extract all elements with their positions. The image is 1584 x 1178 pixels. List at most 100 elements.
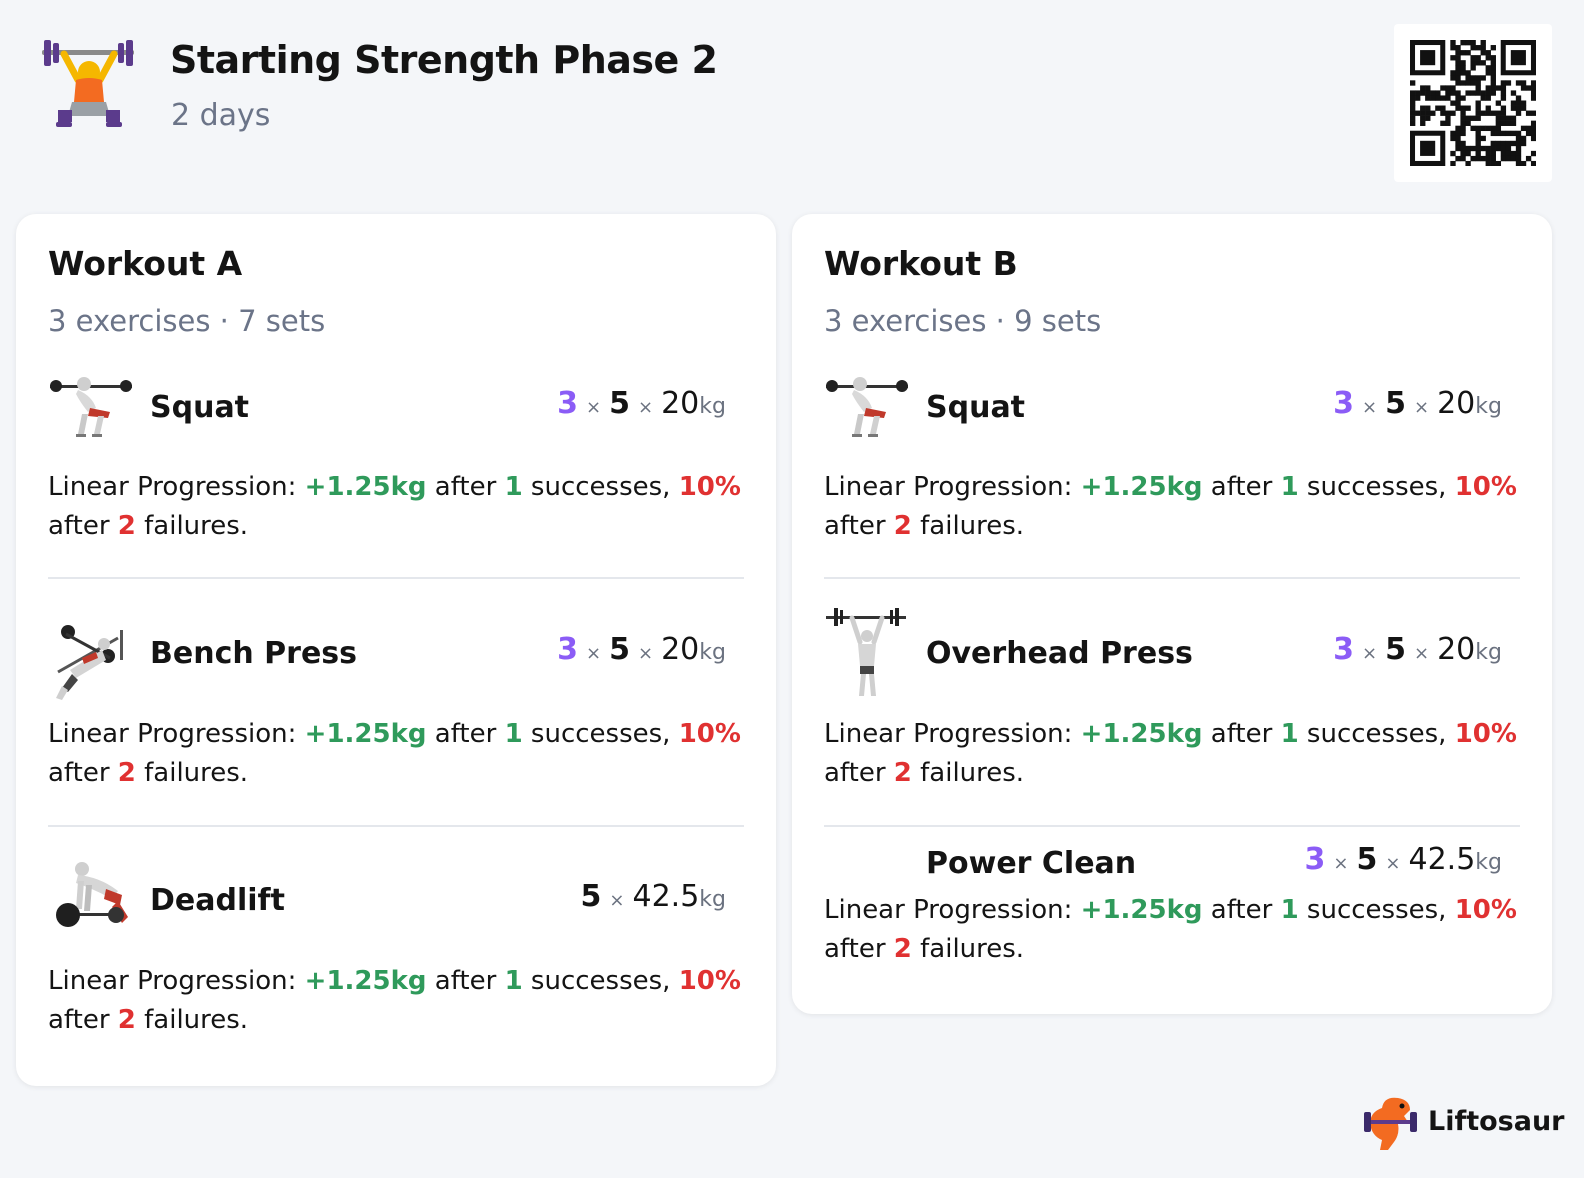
- squat-icon: [48, 372, 138, 462]
- progression-description: Linear Progression: +1.25kg after 1 succ…: [824, 468, 1520, 546]
- sets-count: 3: [557, 632, 579, 667]
- exercise-overhead-press[interactable]: Overhead Press 3 × 5 × 20kg Linear Progressi…: [824, 606, 1520, 788]
- reps-count: 5: [1385, 632, 1406, 667]
- exercise-name: Power Clean: [926, 846, 1137, 881]
- decrement-value: 10%: [1454, 719, 1517, 749]
- times-sign: ×: [638, 397, 654, 418]
- sets-count: 3: [1333, 632, 1355, 667]
- success-count: 1: [504, 472, 523, 502]
- exercise-name: Squat: [926, 390, 1026, 425]
- exercise-bench-press[interactable]: Bench Press 3 × 5 × 20kg Linear Progression:…: [48, 612, 744, 792]
- progression-text: failures.: [135, 758, 249, 788]
- times-sign: ×: [638, 643, 654, 664]
- summary-separator: ·: [210, 304, 239, 338]
- exercise-count: 3 exercises: [48, 304, 211, 338]
- failure-count: 2: [117, 511, 136, 541]
- success-count: 1: [1280, 472, 1299, 502]
- program-header: Starting Strength Phase 2 2 days: [0, 0, 1584, 200]
- exercise-deadlift[interactable]: Deadlift 5 × 42.5kg Linear Progression: +1…: [48, 859, 744, 1039]
- success-count: 1: [504, 719, 523, 749]
- times-sign: ×: [1333, 853, 1349, 874]
- weight-unit: kg: [1475, 640, 1502, 665]
- decrement-value: 10%: [1454, 895, 1517, 925]
- exercise-power-clean[interactable]: Power Clean 3 × 5 × 42.5kg Linear Progressio…: [824, 842, 1520, 982]
- weight-value: 20: [1437, 632, 1476, 667]
- workout-title: Workout A: [48, 244, 243, 283]
- times-sign: ×: [1385, 853, 1401, 874]
- reps-count: 5: [609, 386, 630, 421]
- progression-text: successes,: [1298, 895, 1455, 925]
- progression-label: Linear Progression:: [48, 472, 305, 502]
- increment-value: +1.25kg: [1080, 719, 1203, 749]
- progression-label: Linear Progression:: [824, 472, 1081, 502]
- qr-code[interactable]: [1394, 24, 1552, 182]
- increment-value: +1.25kg: [1080, 895, 1203, 925]
- summary-separator: ·: [986, 304, 1015, 338]
- progression-description: Linear Progression: +1.25kg after 1 succ…: [48, 715, 744, 793]
- weight-unit: kg: [699, 640, 726, 665]
- exercise-squat[interactable]: Squat 3 × 5 × 20kg Linear Progression: +1.25…: [824, 366, 1520, 546]
- progression-description: Linear Progression: +1.25kg after 1 succ…: [48, 962, 744, 1040]
- exercise-divider: [824, 825, 1520, 827]
- progression-label: Linear Progression:: [48, 966, 305, 996]
- success-count: 1: [1280, 719, 1299, 749]
- progression-text: after: [48, 1005, 118, 1035]
- increment-value: +1.25kg: [304, 472, 427, 502]
- times-sign: ×: [586, 397, 602, 418]
- increment-value: +1.25kg: [304, 966, 427, 996]
- progression-text: after: [824, 758, 894, 788]
- brand-name: Liftosaur: [1428, 1106, 1565, 1137]
- progression-text: successes,: [522, 472, 679, 502]
- weight-unit: kg: [699, 394, 726, 419]
- progression-text: after: [1202, 895, 1281, 925]
- program-title: Starting Strength Phase 2: [170, 38, 718, 82]
- reps-count: 5: [580, 879, 602, 914]
- increment-value: +1.25kg: [1080, 472, 1203, 502]
- exercise-sets-reps: 3 × 5 × 20kg: [1333, 632, 1502, 667]
- exercise-name: Deadlift: [150, 883, 285, 918]
- progression-text: failures.: [135, 511, 249, 541]
- exercise-sets-reps: 3 × 5 × 20kg: [1333, 386, 1502, 421]
- failure-count: 2: [893, 934, 912, 964]
- exercise-squat[interactable]: Squat 3 × 5 × 20kg Linear Progression: +1.25…: [48, 366, 744, 546]
- reps-count: 5: [1356, 842, 1378, 877]
- failure-count: 2: [893, 758, 912, 788]
- deadlift-icon: [48, 859, 138, 949]
- progression-text: failures.: [135, 1005, 249, 1035]
- progression-text: after: [48, 511, 118, 541]
- failure-count: 2: [117, 758, 136, 788]
- exercise-divider: [824, 577, 1520, 579]
- weight-unit: kg: [1475, 850, 1502, 875]
- weight-unit: kg: [1475, 394, 1502, 419]
- success-count: 1: [504, 966, 523, 996]
- exercise-sets-reps: 5 × 42.5kg: [581, 879, 726, 914]
- times-sign: ×: [586, 643, 602, 664]
- times-sign: ×: [609, 890, 625, 911]
- progression-label: Linear Progression:: [824, 895, 1081, 925]
- progression-label: Linear Progression:: [48, 719, 305, 749]
- workout-card-b: Workout B 3 exercises · 9 sets Squat 3 × 5…: [792, 214, 1552, 1014]
- exercise-sets-reps: 3 × 5 × 20kg: [557, 386, 726, 421]
- progression-text: after: [426, 719, 505, 749]
- progression-text: failures.: [911, 511, 1025, 541]
- progression-text: successes,: [1298, 719, 1455, 749]
- progression-text: after: [426, 966, 505, 996]
- exercise-sets-reps: 3 × 5 × 42.5kg: [1305, 842, 1502, 877]
- exercise-count: 3 exercises: [824, 304, 987, 338]
- weight-value: 20: [661, 386, 700, 421]
- liftosaur-brand[interactable]: Liftosaur: [1364, 1094, 1565, 1154]
- progression-label: Linear Progression:: [824, 719, 1081, 749]
- progression-description: Linear Progression: +1.25kg after 1 succ…: [824, 891, 1520, 969]
- workout-summary: 3 exercises · 7 sets: [48, 304, 325, 338]
- progression-text: successes,: [522, 719, 679, 749]
- progression-text: successes,: [522, 966, 679, 996]
- weight-value: 20: [661, 632, 700, 667]
- set-count: 9 sets: [1014, 304, 1102, 338]
- decrement-value: 10%: [678, 719, 741, 749]
- times-sign: ×: [1414, 397, 1430, 418]
- workout-summary: 3 exercises · 9 sets: [824, 304, 1101, 338]
- exercise-name: Overhead Press: [926, 636, 1193, 671]
- exercise-name: Squat: [150, 390, 250, 425]
- qr-code-icon: [1410, 40, 1536, 166]
- exercise-divider: [48, 825, 744, 827]
